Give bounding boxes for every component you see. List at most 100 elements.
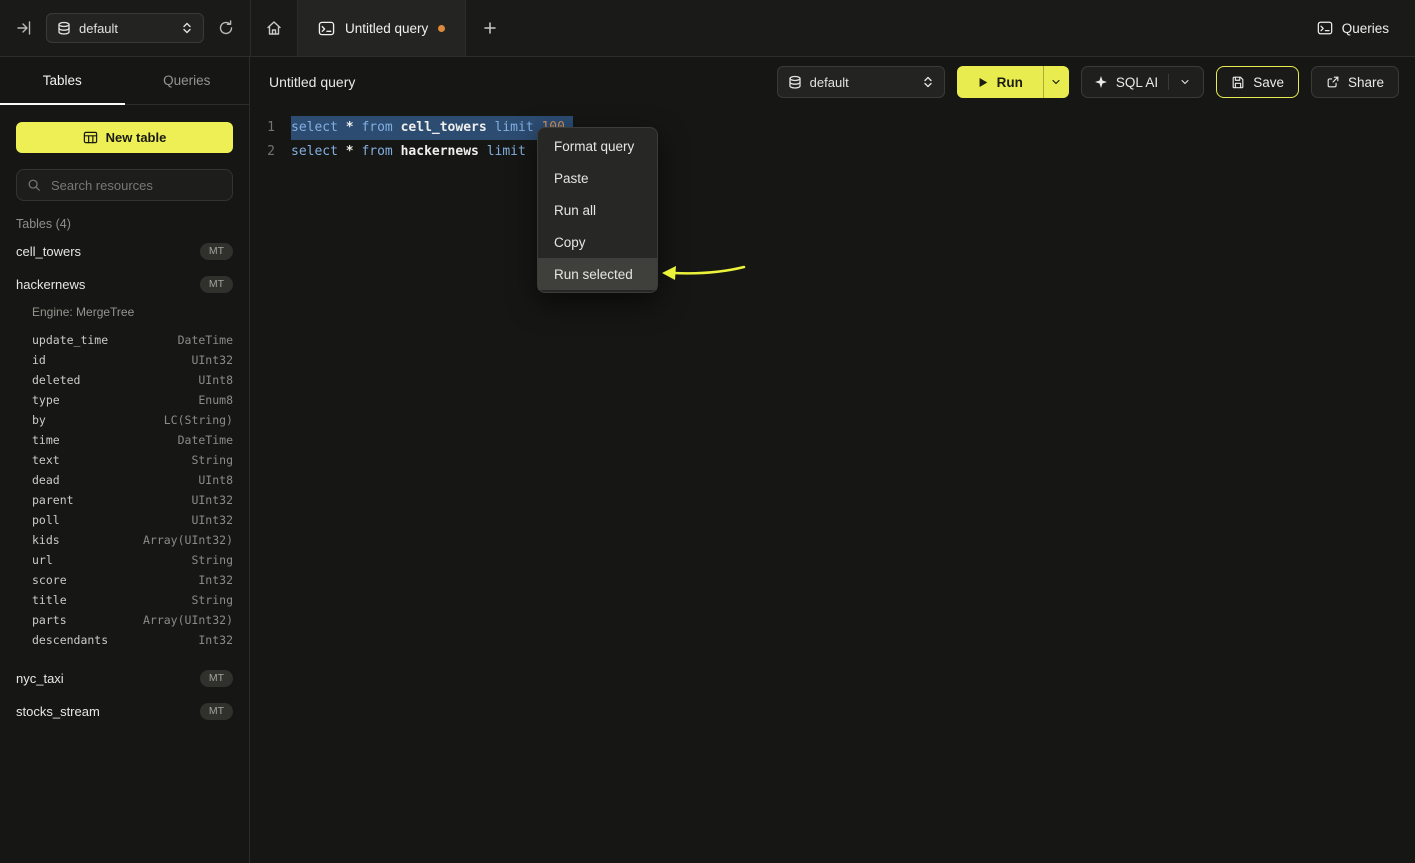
sql-ai-label: SQL AI [1116,75,1158,90]
sql-editor[interactable]: 1select * from cell_towers limit 1002sel… [251,107,1415,164]
column-type: UInt32 [191,510,233,530]
run-options-button[interactable] [1043,66,1069,98]
editor-line[interactable]: 1select * from cell_towers limit 100 [251,116,1415,140]
code-token [338,120,346,135]
column-row: byLC(String) [32,410,233,430]
sql-ai-icon [1094,75,1108,89]
context-menu-item[interactable]: Format query [538,130,657,162]
context-menu-item[interactable]: Run all [538,194,657,226]
sidebar-expand-icon [16,20,32,36]
context-menu-item[interactable]: Paste [538,162,657,194]
table-name: cell_towers [16,244,81,259]
column-name: score [32,570,67,590]
toolbar-database-value: default [810,75,914,90]
new-table-button[interactable]: New table [16,122,233,153]
toolbar-database-select[interactable]: default [777,66,945,98]
column-type: Int32 [198,570,233,590]
save-icon [1231,75,1245,89]
code-token: hackernews [401,144,479,159]
save-button-label: Save [1253,75,1284,90]
column-name: descendants [32,630,108,650]
code-token: * [346,144,354,159]
column-type: Int32 [198,630,233,650]
editor-line[interactable]: 2select * from hackernews limit [251,140,1415,164]
line-number: 2 [251,140,275,164]
column-name: kids [32,530,60,550]
code-text: select * from cell_towers limit 100 [291,116,573,140]
play-icon [977,76,989,89]
code-token [487,120,495,135]
share-icon [1326,75,1340,89]
sidebar-expand-button[interactable] [16,20,32,36]
column-row: titleString [32,590,233,610]
share-button-label: Share [1348,75,1384,90]
search-box [16,169,233,201]
tables-section-label: Tables (4) [16,217,233,231]
sidebar-tab-tables[interactable]: Tables [0,57,125,104]
refresh-button[interactable] [218,20,234,36]
column-name: text [32,450,60,470]
code-token: limit [487,144,526,159]
column-row: kidsArray(UInt32) [32,530,233,550]
tab-label: Untitled query [345,21,428,36]
code-token [479,144,487,159]
column-name: id [32,350,46,370]
column-name: url [32,550,53,570]
search-input[interactable] [49,177,222,194]
context-menu: Format queryPasteRun allCopyRun selected [537,127,658,293]
chevron-down-icon [1179,76,1191,88]
column-type: Enum8 [198,390,233,410]
plus-icon [483,21,497,35]
new-table-label: New table [106,130,167,145]
table-row[interactable]: cell_towersMT [0,235,249,268]
sidebar: Tables Queries New table Tables (4) cell… [0,57,250,863]
code-token: from [361,120,392,135]
chevron-down-icon [1050,76,1062,88]
column-name: update_time [32,330,108,350]
column-row: deletedUInt8 [32,370,233,390]
context-menu-item[interactable]: Run selected [538,258,657,290]
engine-badge: MT [200,703,233,720]
column-type: Array(UInt32) [143,610,233,630]
queries-button[interactable]: Queries [1317,0,1415,56]
column-row: urlString [32,550,233,570]
column-name: time [32,430,60,450]
column-row: score Int32 [32,570,233,590]
code-token [393,144,401,159]
button-divider [1168,74,1169,90]
home-tab[interactable] [250,0,298,56]
database-select-value: default [79,21,173,36]
code-token: from [361,144,392,159]
code-token: cell_towers [401,120,487,135]
run-button[interactable]: Run [957,66,1043,98]
save-button[interactable]: Save [1216,66,1299,98]
column-name: dead [32,470,60,490]
code-token [393,120,401,135]
table-row[interactable]: hackernewsMT [0,268,249,301]
tab-untitled-query[interactable]: Untitled query [298,0,466,56]
column-name: type [32,390,60,410]
column-name: parent [32,490,74,510]
column-type: UInt32 [191,350,233,370]
sidebar-tab-queries-label: Queries [163,73,210,88]
editor-lines: 1select * from cell_towers limit 1002sel… [251,116,1415,164]
column-type: String [191,590,233,610]
column-type: UInt8 [198,370,233,390]
topbar-left: default [0,0,250,56]
engine-badge: MT [200,276,233,293]
table-row[interactable]: nyc_taxiMT [0,662,249,695]
tables-list: cell_towersMThackernewsMTEngine: MergeTr… [0,235,249,728]
new-tab-button[interactable] [466,0,514,56]
sql-ai-button[interactable]: SQL AI [1081,66,1204,98]
sidebar-tab-tables-label: Tables [43,73,82,88]
topbar: default Untitled query Que [0,0,1415,57]
context-menu-item[interactable]: Copy [538,226,657,258]
code-token: select [291,120,338,135]
topbar-database-select[interactable]: default [46,13,204,43]
table-row[interactable]: stocks_streamMT [0,695,249,728]
sidebar-tab-queries[interactable]: Queries [125,57,250,104]
column-type: UInt8 [198,470,233,490]
column-row: pollUInt32 [32,510,233,530]
share-button[interactable]: Share [1311,66,1399,98]
topbar-spacer [514,0,1316,56]
